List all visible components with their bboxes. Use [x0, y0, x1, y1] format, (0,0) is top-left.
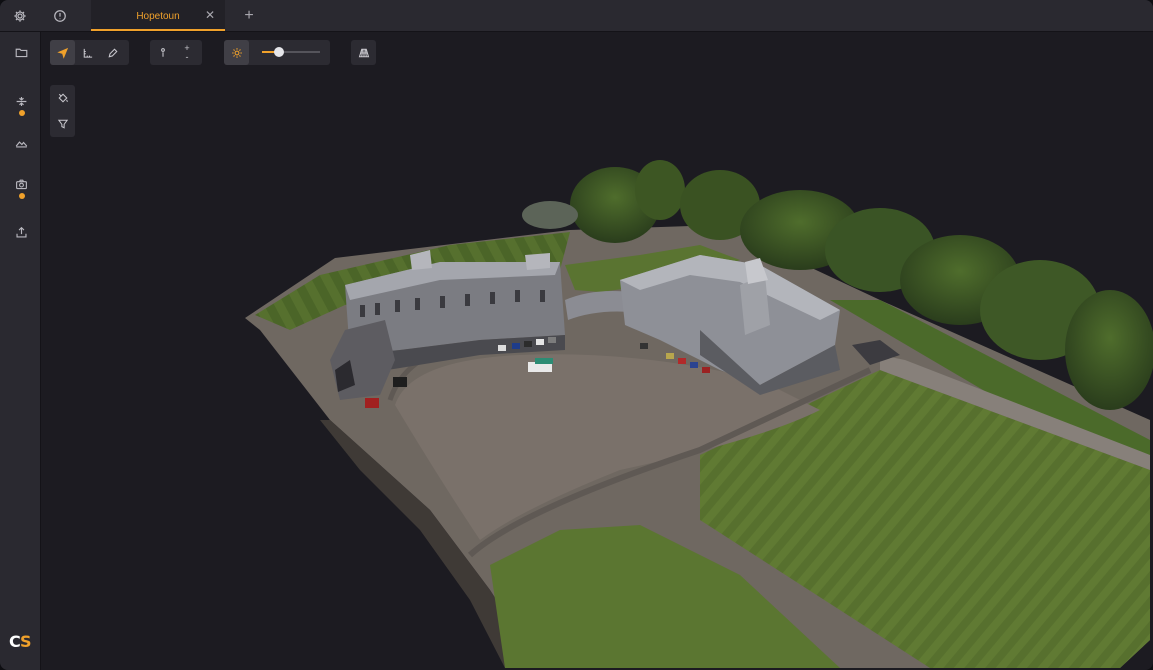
perspective-grid-icon[interactable]: [351, 40, 376, 65]
status-dot: [19, 193, 25, 199]
tab-hopetoun[interactable]: Hopetoun ✕: [91, 0, 225, 31]
folder-icon[interactable]: [6, 39, 36, 65]
tab-close-icon[interactable]: ✕: [205, 8, 215, 22]
tool-group-brightness: [224, 40, 330, 65]
pen-icon[interactable]: [100, 40, 125, 65]
left-sidebar: CS: [0, 32, 41, 670]
sun-icon[interactable]: [224, 40, 249, 65]
brightness-slider-knob[interactable]: [274, 47, 285, 57]
app-window: Hopetoun ✕ + CS + -: [0, 0, 1153, 670]
tool-group-navigation: [50, 40, 129, 65]
point-cloud-scene[interactable]: [41, 32, 1153, 670]
add-tab-button[interactable]: +: [238, 6, 260, 26]
filter-icon[interactable]: [50, 111, 75, 137]
point-size-icon[interactable]: [150, 40, 175, 65]
info-icon[interactable]: [40, 0, 80, 31]
point-size-stepper[interactable]: + -: [175, 40, 199, 65]
tab-bar: Hopetoun ✕ +: [0, 0, 1153, 32]
paint-bucket-icon[interactable]: [50, 85, 75, 111]
gear-icon[interactable]: [0, 0, 40, 31]
terrain-icon[interactable]: [6, 129, 36, 155]
measure-icon[interactable]: [75, 40, 100, 65]
tool-group-view: [351, 40, 376, 65]
status-dot: [19, 110, 25, 116]
decrease-point-size[interactable]: -: [186, 52, 189, 62]
app-logo: CS: [9, 632, 32, 651]
tool-group-point-size: + -: [150, 40, 202, 65]
export-icon[interactable]: [6, 219, 36, 245]
navigate-arrow-icon[interactable]: [50, 40, 75, 65]
point-cloud-viewport[interactable]: + -: [41, 32, 1153, 670]
tool-group-vertical: [50, 85, 75, 137]
brightness-slider[interactable]: [262, 47, 320, 57]
